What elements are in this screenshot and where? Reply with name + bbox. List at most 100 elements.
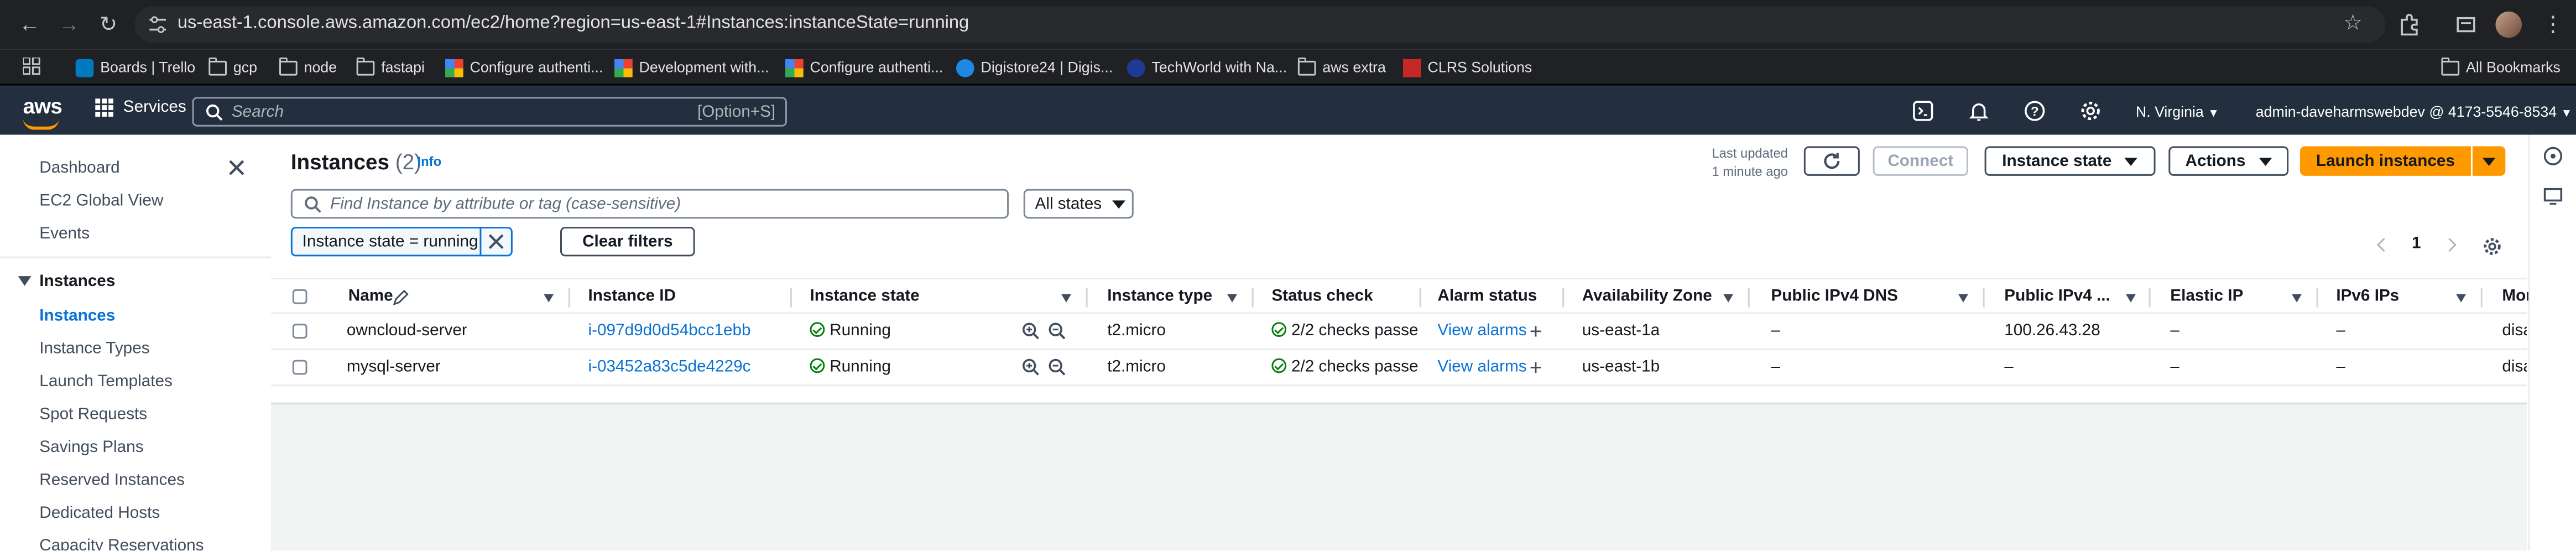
region-selector[interactable]: N. Virginia ▼	[2136, 103, 2219, 120]
table-row[interactable]: owncloud-server i-097d9d0d54bcc1ebb Runn…	[271, 314, 2527, 350]
connect-button[interactable]: Connect	[1873, 146, 1968, 176]
services-menu[interactable]: Services	[95, 98, 186, 117]
sidebar-item-savings-plans[interactable]: Savings Plans	[39, 439, 143, 457]
actions-button[interactable]: Actions	[2168, 146, 2289, 176]
account-menu[interactable]: admin-daveharmswebdev @ 4173-5546-8534 ▼	[2256, 103, 2572, 120]
instance-type: t2.micro	[1107, 358, 1166, 377]
menu-icon[interactable]: ⋮	[2540, 12, 2567, 38]
bookmark-trello[interactable]: Boards | Trello	[75, 56, 195, 79]
sidebar-item-dashboard[interactable]: Dashboard	[39, 159, 119, 178]
column-header-instance-id[interactable]: Instance ID	[588, 288, 676, 306]
sort-icon[interactable]	[1061, 294, 1071, 303]
aws-search-input[interactable]: Search [Option+S]	[192, 97, 787, 127]
tab-search-icon[interactable]	[2454, 13, 2478, 37]
launch-instances-button[interactable]: Launch instances	[2299, 146, 2471, 176]
column-header-ipv6[interactable]: IPv6 IPs	[2336, 288, 2399, 306]
all-bookmarks[interactable]: All Bookmarks	[2441, 56, 2561, 79]
zoom-out-icon[interactable]	[1048, 322, 1066, 340]
sidebar-item-global-view[interactable]: EC2 Global View	[39, 193, 163, 211]
instance-state-button[interactable]: Instance state	[1984, 146, 2156, 176]
column-header-public-dns[interactable]: Public IPv4 DNS	[1771, 288, 1897, 306]
column-header-instance-state[interactable]: Instance state	[810, 288, 920, 306]
previous-page-icon[interactable]	[2376, 237, 2391, 251]
help-icon[interactable]: ?	[2024, 100, 2046, 122]
state-select[interactable]: All states	[1023, 189, 1134, 219]
remove-filter-icon[interactable]	[486, 232, 506, 252]
instance-filter-input[interactable]: Find Instance by attribute or tag (case-…	[290, 189, 1009, 219]
bookmark-gcp[interactable]: gcp	[208, 56, 257, 79]
sort-icon[interactable]	[544, 294, 554, 303]
add-alarm-icon[interactable]: +	[1530, 355, 1542, 380]
instance-id-link[interactable]: i-03452a83c5de4229c	[588, 358, 751, 377]
forward-icon[interactable]: →	[56, 12, 82, 38]
bookmark-digistore[interactable]: Digistore24 | Digis...	[956, 56, 1113, 79]
table-row[interactable]: mysql-server i-03452a83c5de4229c Running…	[271, 350, 2527, 387]
next-page-icon[interactable]	[2442, 237, 2456, 251]
launch-dropdown-button[interactable]	[2472, 146, 2506, 176]
apps-grid-icon[interactable]	[23, 57, 41, 76]
column-header-availability-zone[interactable]: Availability Zone	[1582, 288, 1712, 306]
bookmark-configure-auth-2[interactable]: Configure authenti...	[785, 56, 943, 79]
sidebar-section-instances[interactable]: Instances	[39, 273, 115, 291]
row-checkbox[interactable]	[292, 360, 307, 375]
close-sidebar-icon[interactable]	[227, 158, 247, 178]
bookmark-development[interactable]: Development with...	[614, 56, 769, 79]
column-header-elastic-ip[interactable]: Elastic IP	[2170, 288, 2243, 306]
column-header-status-check[interactable]: Status check	[1271, 288, 1373, 306]
zoom-out-icon[interactable]	[1048, 358, 1066, 377]
bookmark-aws-extra[interactable]: aws extra	[1297, 56, 1386, 79]
sidebar-item-dedicated-hosts[interactable]: Dedicated Hosts	[39, 505, 160, 523]
view-alarms-link[interactable]: View alarms	[1437, 358, 1526, 377]
bookmark-configure-auth-1[interactable]: Configure authenti...	[445, 56, 603, 79]
sidebar-item-reserved-instances[interactable]: Reserved Instances	[39, 472, 185, 490]
site-info-icon[interactable]	[148, 15, 168, 35]
sidebar-item-instance-types[interactable]: Instance Types	[39, 340, 149, 358]
screen-feedback-icon[interactable]	[2543, 186, 2563, 206]
zoom-in-icon[interactable]	[1022, 322, 1040, 340]
column-header-instance-type[interactable]: Instance type	[1107, 288, 1212, 306]
page-number[interactable]: 1	[2412, 235, 2421, 253]
address-bar[interactable]: us-east-1.console.aws.amazon.com/ec2/hom…	[134, 6, 2386, 43]
table-preferences-gear-icon[interactable]	[2483, 237, 2502, 257]
profile-avatar[interactable]	[2495, 11, 2522, 38]
aws-logo[interactable]: aws	[23, 93, 62, 118]
sidebar-item-spot-requests[interactable]: Spot Requests	[39, 406, 147, 424]
reload-icon[interactable]: ↻	[95, 12, 122, 38]
refresh-button[interactable]	[1803, 146, 1860, 176]
info-panel-icon[interactable]	[2543, 146, 2563, 166]
sort-icon[interactable]	[1723, 294, 1734, 303]
sidebar-item-events[interactable]: Events	[39, 225, 90, 243]
row-checkbox[interactable]	[292, 324, 307, 339]
sort-icon[interactable]	[1227, 294, 1237, 303]
column-header-alarm-status[interactable]: Alarm status	[1437, 288, 1537, 306]
bookmark-star-icon[interactable]: ☆	[2343, 10, 2363, 37]
add-alarm-icon[interactable]: +	[1530, 319, 1542, 344]
select-all-checkbox[interactable]	[292, 289, 307, 304]
extensions-icon[interactable]	[2397, 13, 2420, 37]
cloudshell-icon[interactable]	[1912, 100, 1934, 122]
sidebar-item-instances[interactable]: Instances	[39, 308, 115, 326]
bookmark-fastapi[interactable]: fastapi	[356, 56, 425, 79]
column-header-public-ipv4[interactable]: Public IPv4 ...	[2004, 288, 2110, 306]
sidebar-item-capacity-reservations[interactable]: Capacity Reservations	[39, 537, 204, 550]
sidebar-item-launch-templates[interactable]: Launch Templates	[39, 373, 173, 391]
column-header-name[interactable]: Name	[348, 288, 393, 306]
instance-id-link[interactable]: i-097d9d0d54bcc1ebb	[588, 322, 751, 340]
settings-gear-icon[interactable]	[2080, 100, 2102, 122]
back-icon[interactable]: ←	[17, 12, 43, 38]
clear-filters-button[interactable]: Clear filters	[560, 226, 695, 257]
notifications-bell-icon[interactable]	[1968, 100, 1990, 122]
bookmark-techworld[interactable]: TechWorld with Na...	[1127, 56, 1287, 79]
bookmark-clrs[interactable]: CLRS Solutions	[1402, 56, 1532, 79]
bookmark-node[interactable]: node	[279, 56, 337, 79]
sort-icon[interactable]	[2126, 294, 2136, 303]
view-alarms-link[interactable]: View alarms	[1437, 322, 1526, 340]
status-check: 2/2 checks passed	[1271, 322, 1418, 340]
info-link[interactable]: Info	[418, 154, 442, 169]
sort-icon[interactable]	[2456, 294, 2467, 303]
caret-down-icon[interactable]	[18, 276, 32, 286]
sort-icon[interactable]	[1958, 294, 1968, 303]
zoom-in-icon[interactable]	[1022, 358, 1040, 377]
success-check-icon	[1271, 358, 1287, 373]
sort-icon[interactable]	[2292, 294, 2302, 303]
